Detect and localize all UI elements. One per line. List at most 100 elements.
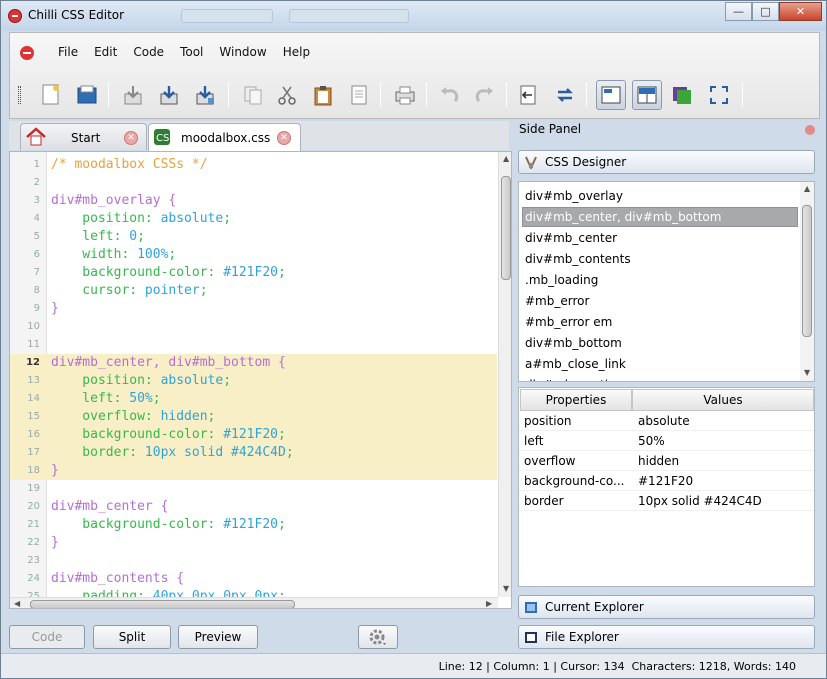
import-icon[interactable] xyxy=(514,80,544,110)
tab-moodalbox-css[interactable]: CS moodalbox.css ✕ xyxy=(148,123,301,151)
code-line[interactable]: 22} xyxy=(10,534,497,552)
code-line[interactable]: 19 xyxy=(10,480,497,498)
code-line[interactable]: 5 left: 0; xyxy=(10,228,497,246)
code-line[interactable]: 7 background-color: #121F20; xyxy=(10,264,497,282)
property-row[interactable]: left 50% xyxy=(519,431,814,451)
code-line[interactable]: 20 div#mb_center { xyxy=(10,498,497,516)
code-line[interactable]: 10 xyxy=(10,318,497,336)
properties-header[interactable]: Properties xyxy=(520,389,632,411)
toolbar-grip[interactable] xyxy=(18,86,21,104)
code-view-button[interactable]: Code xyxy=(9,625,85,649)
property-row[interactable]: background-co... #121F20 xyxy=(519,471,814,491)
code-line[interactable]: 18} xyxy=(10,462,497,480)
property-row[interactable]: border 10px solid #424C4D xyxy=(519,491,814,511)
code-line[interactable]: 12 div#mb_center, div#mb_bottom { xyxy=(10,354,497,372)
scrollbar-thumb[interactable] xyxy=(802,205,812,337)
code-line[interactable]: 8 cursor: pointer; xyxy=(10,282,497,300)
code-line[interactable]: 13 position: absolute; xyxy=(10,372,497,390)
scroll-left-icon[interactable]: ◀ xyxy=(14,599,20,608)
code-line[interactable]: 21 background-color: #121F20; xyxy=(10,516,497,534)
save-icon[interactable] xyxy=(154,80,184,110)
menu-help[interactable]: Help xyxy=(275,45,318,59)
horizontal-scrollbar[interactable]: ◀ ▶ xyxy=(10,597,498,608)
code-line[interactable]: 6 width: 100%; xyxy=(10,246,497,264)
code-line[interactable]: 11 xyxy=(10,336,497,354)
selector-item[interactable]: div#mb_caption xyxy=(525,375,623,381)
split-view-button[interactable]: Split xyxy=(93,625,171,649)
close-icon[interactable]: ✕ xyxy=(124,131,138,145)
selector-item[interactable]: div#mb_contents xyxy=(525,249,631,269)
code-line[interactable]: 24 div#mb_contents { xyxy=(10,570,497,588)
vertical-scrollbar[interactable]: ▲ ▼ xyxy=(498,152,511,597)
code-line[interactable]: 2 xyxy=(10,174,497,192)
selector-item[interactable]: a#mb_close_link xyxy=(525,354,626,374)
selector-list-scrollbar[interactable]: ▲ ▼ xyxy=(800,182,814,381)
code-line[interactable]: 17 border: 10px solid #424C4D; xyxy=(10,444,497,462)
property-row[interactable]: overflow hidden xyxy=(519,451,814,471)
code-line[interactable]: 9} xyxy=(10,300,497,318)
tab-start[interactable]: Start ✕ xyxy=(20,123,147,150)
property-value[interactable]: hidden xyxy=(638,451,679,471)
property-value[interactable]: absolute xyxy=(638,411,690,431)
panels-icon[interactable] xyxy=(668,80,698,110)
close-icon[interactable]: ✕ xyxy=(277,131,291,145)
paste-icon[interactable] xyxy=(308,80,338,110)
cut-icon[interactable] xyxy=(272,80,302,110)
code-line[interactable]: 14 left: 50%; xyxy=(10,390,497,408)
selector-list[interactable]: div#mb_overlay div#mb_center, div#mb_bott… xyxy=(518,181,815,382)
menu-window[interactable]: Window xyxy=(211,45,274,59)
code-line[interactable]: 4 position: absolute; xyxy=(10,210,497,228)
layout-split-icon[interactable] xyxy=(632,80,662,110)
property-value[interactable]: 10px solid #424C4D xyxy=(638,491,762,511)
css-designer-button[interactable]: CSS Designer xyxy=(518,150,815,174)
close-icon[interactable] xyxy=(805,125,815,135)
code-editor[interactable]: 1/* moodalbox CSSs */2 3 div#mb_overlay {4… xyxy=(9,151,512,609)
sync-icon[interactable] xyxy=(550,80,580,110)
undo-icon[interactable] xyxy=(434,80,464,110)
scroll-down-icon[interactable]: ▼ xyxy=(804,368,810,377)
maximize-button[interactable]: □ xyxy=(752,2,779,21)
selector-item[interactable]: div#mb_center, div#mb_bottom xyxy=(525,207,721,227)
selector-item[interactable]: .mb_loading xyxy=(525,270,598,290)
selector-item[interactable]: #mb_error em xyxy=(525,312,612,332)
redo-icon[interactable] xyxy=(470,80,500,110)
scroll-up-icon[interactable]: ▲ xyxy=(503,154,509,163)
menu-edit[interactable]: Edit xyxy=(86,45,125,59)
selector-item[interactable]: #mb_error xyxy=(525,291,589,311)
close-button[interactable]: ✕ xyxy=(779,2,822,21)
code-line[interactable]: 16 background-color: #121F20; xyxy=(10,426,497,444)
menu-tool[interactable]: Tool xyxy=(172,45,211,59)
menu-file[interactable]: File xyxy=(50,45,86,59)
property-value[interactable]: 50% xyxy=(638,431,665,451)
code-line[interactable]: 3 div#mb_overlay { xyxy=(10,192,497,210)
property-value[interactable]: #121F20 xyxy=(638,471,693,491)
chilli-menu-icon[interactable] xyxy=(20,46,34,60)
copy-icon[interactable] xyxy=(238,80,268,110)
scroll-right-icon[interactable]: ▶ xyxy=(486,599,492,608)
new-file-icon[interactable] xyxy=(36,80,66,110)
minimize-button[interactable]: — xyxy=(725,2,752,21)
scrollbar-thumb[interactable] xyxy=(501,176,511,280)
layout-single-icon[interactable] xyxy=(596,80,626,110)
code-line[interactable]: 15 overflow: hidden; xyxy=(10,408,497,426)
print-icon[interactable] xyxy=(390,80,420,110)
code-line[interactable]: 1 /* moodalbox CSSs */ xyxy=(10,156,497,174)
code-line[interactable]: 23 xyxy=(10,552,497,570)
property-row[interactable]: position absolute xyxy=(519,411,814,431)
open-file-icon[interactable] xyxy=(72,80,102,110)
selector-item[interactable]: div#mb_center xyxy=(525,228,617,248)
current-explorer-button[interactable]: Current Explorer xyxy=(518,595,815,619)
values-header[interactable]: Values xyxy=(632,389,814,411)
fullscreen-icon[interactable] xyxy=(704,80,734,110)
save-all-icon[interactable] xyxy=(190,80,220,110)
scroll-up-icon[interactable]: ▲ xyxy=(804,184,810,193)
menu-code[interactable]: Code xyxy=(125,45,172,59)
download-icon[interactable] xyxy=(118,80,148,110)
preview-button[interactable]: Preview xyxy=(178,625,258,649)
selector-item[interactable]: div#mb_bottom xyxy=(525,333,622,353)
document-icon[interactable] xyxy=(344,80,374,110)
settings-button[interactable] xyxy=(358,625,398,649)
scroll-down-icon[interactable]: ▼ xyxy=(503,584,509,593)
selector-item[interactable]: div#mb_overlay xyxy=(525,186,623,206)
file-explorer-button[interactable]: File Explorer xyxy=(518,625,815,649)
